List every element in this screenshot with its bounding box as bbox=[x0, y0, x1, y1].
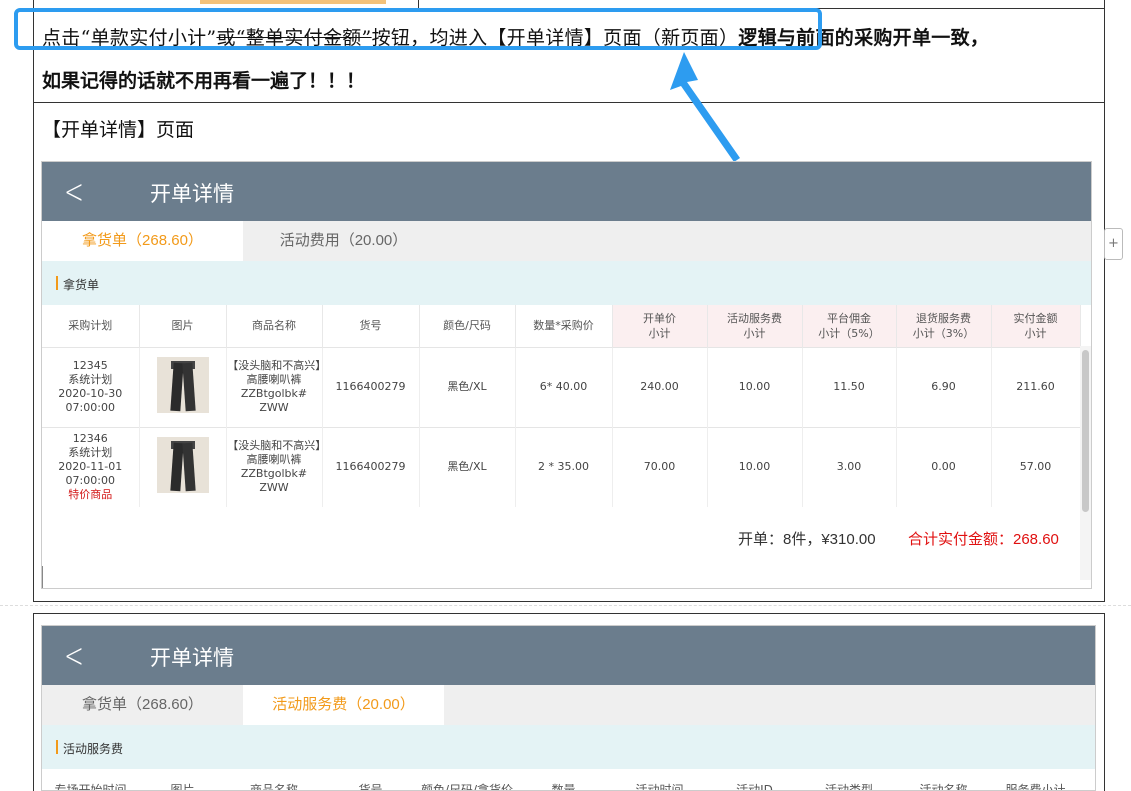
open-price-cell: 70.00 bbox=[612, 426, 708, 507]
plan-type: 系统计划 bbox=[68, 446, 113, 460]
return-fee-cell: 0.00 bbox=[896, 426, 992, 507]
summary-count: 开单：8件，¥310.00 bbox=[738, 531, 876, 548]
commission-cell: 11.50 bbox=[802, 346, 897, 427]
column-header: 图片 bbox=[139, 305, 227, 347]
add-row-button[interactable]: + bbox=[1104, 228, 1123, 260]
plan-cell: 12345 系统计划 2020-10-30 07:00:00 bbox=[42, 346, 140, 427]
column-header: 货号 bbox=[358, 783, 383, 791]
column-header: 活动类型 bbox=[824, 783, 873, 791]
plan-number: 12346 bbox=[72, 432, 108, 446]
sku-cell: 1166400279 bbox=[322, 346, 420, 427]
tab-goods[interactable]: 拿货单（268.60） bbox=[42, 685, 243, 725]
column-header: 专场开始时间 bbox=[54, 783, 127, 791]
section-header: 活动服务费 bbox=[42, 725, 1095, 769]
plan-type: 系统计划 bbox=[68, 373, 113, 386]
table-scrollbar[interactable] bbox=[1080, 346, 1091, 580]
column-header: 货号 bbox=[322, 305, 420, 347]
section-header: 拿货单 bbox=[42, 261, 1091, 305]
divider bbox=[42, 566, 43, 588]
reminder-row: 如果记得的话就不用再看一遍了！！！ bbox=[34, 58, 1104, 102]
plan-date: 2020-11-01 bbox=[58, 460, 123, 474]
column-header: 颜色/尺码/拿货价 bbox=[420, 783, 514, 791]
detail-screenshot-2: < 开单详情 拿货单（268.60） 活动服务费（20.00） 活动服务费 专场… bbox=[41, 625, 1096, 791]
paid-cell[interactable]: 57.00 bbox=[991, 426, 1081, 507]
qty-price-cell: 6* 40.00 bbox=[515, 346, 613, 427]
table-header: 采购计划 图片 商品名称 货号 颜色/尺码 数量*采购价 开单价 小计 活动服务… bbox=[42, 305, 1081, 347]
tab-activity-fee[interactable]: 活动服务费（20.00） bbox=[243, 685, 444, 725]
detail-screenshot-1: < 开单详情 拿货单（268.60） 活动费用（20.00） 拿货单 采购计划 … bbox=[41, 161, 1092, 589]
open-price-cell: 240.00 bbox=[612, 346, 708, 427]
image-cell bbox=[139, 346, 227, 427]
column-header: 活动时间 bbox=[635, 783, 684, 791]
section-accent-bar bbox=[56, 740, 58, 754]
column-header: 活动服务费 小计 bbox=[707, 305, 803, 347]
section-label: 【开单详情】页面 bbox=[42, 119, 195, 141]
goods-table: 采购计划 图片 商品名称 货号 颜色/尺码 数量*采购价 开单价 小计 活动服务… bbox=[42, 305, 1081, 507]
column-header: 活动名称 bbox=[919, 783, 968, 791]
column-header: 商品名称 bbox=[226, 305, 323, 347]
product-name: 【没头脑和不高兴】高腰喇叭裤ZZBtgolbk# ZWW bbox=[226, 346, 323, 427]
column-header: 活动ID bbox=[736, 783, 773, 791]
chevron-left-icon[interactable]: < bbox=[64, 172, 84, 212]
app-header: < 开单详情 bbox=[42, 162, 1091, 221]
product-name: 【没头脑和不高兴】高腰喇叭裤ZZBtgolbk# ZWW bbox=[226, 426, 323, 507]
section-accent-bar bbox=[56, 276, 58, 290]
tab-bar: 拿货单（268.60） 活动费用（20.00） bbox=[42, 221, 1091, 261]
callout-box bbox=[14, 8, 822, 50]
table-row[interactable]: 12345 系统计划 2020-10-30 07:00:00 【没头脑和不高兴】高腰喇… bbox=[42, 346, 1081, 427]
tab-activity-fee[interactable]: 活动费用（20.00） bbox=[243, 221, 444, 261]
commission-cell: 3.00 bbox=[802, 426, 897, 507]
activity-fee-cell: 10.00 bbox=[707, 426, 803, 507]
plan-number: 12345 bbox=[72, 359, 108, 372]
scrollbar-thumb[interactable] bbox=[1082, 350, 1089, 512]
page-title: 开单详情 bbox=[150, 182, 234, 206]
column-header: 采购计划 bbox=[42, 305, 140, 347]
plan-cell: 12346 系统计划 2020-11-01 07:00:00 特价商品 bbox=[42, 426, 140, 507]
activity-fee-cell: 10.00 bbox=[707, 346, 803, 427]
column-header: 数量 bbox=[551, 783, 576, 791]
column-header: 商品名称 bbox=[249, 783, 298, 791]
product-thumbnail[interactable] bbox=[156, 437, 209, 494]
qty-price-cell: 2 * 35.00 bbox=[515, 426, 613, 507]
plan-date: 2020-10-30 bbox=[58, 387, 123, 400]
column-header: 开单价 小计 bbox=[612, 305, 708, 347]
color-size-cell: 黑色/XL bbox=[419, 426, 516, 507]
sku-cell: 1166400279 bbox=[322, 426, 420, 507]
reminder-text: 如果记得的话就不用再看一遍了！！！ bbox=[42, 70, 366, 92]
color-size-cell: 黑色/XL bbox=[419, 346, 516, 427]
paid-cell[interactable]: 211.60 bbox=[991, 346, 1081, 427]
page-title: 开单详情 bbox=[150, 646, 234, 670]
page-separator bbox=[0, 605, 1131, 609]
return-fee-cell: 6.90 bbox=[896, 346, 992, 427]
image-cell bbox=[139, 426, 227, 507]
plan-time: 07:00:00 bbox=[65, 401, 115, 414]
chevron-left-icon[interactable]: < bbox=[64, 636, 84, 676]
special-tag: 特价商品 bbox=[68, 488, 113, 502]
summary-total[interactable]: 合计实付金额：268.60 bbox=[908, 528, 1059, 549]
tab-bar: 拿货单（268.60） 活动服务费（20.00） bbox=[42, 685, 1095, 725]
column-header: 图片 bbox=[170, 783, 195, 791]
section-title: 拿货单 bbox=[63, 278, 100, 292]
column-header: 实付金额 小计 bbox=[991, 305, 1081, 347]
table-row[interactable]: 12346 系统计划 2020-11-01 07:00:00 特价商品 【没头脑和不高兴… bbox=[42, 426, 1081, 507]
table-header: 专场开始时间 图片 商品名称 货号 颜色/尺码/拿货价 数量 活动时间 活动ID… bbox=[42, 769, 1095, 791]
section-title: 活动服务费 bbox=[63, 742, 124, 756]
column-header: 颜色/尺码 bbox=[419, 305, 516, 347]
column-header: 服务费小计 bbox=[1005, 783, 1066, 791]
column-header: 平台佣金 小计（5%） bbox=[802, 305, 897, 347]
product-thumbnail[interactable] bbox=[156, 357, 209, 413]
column-header: 退货服务费 小计（3%） bbox=[896, 305, 992, 347]
tab-goods[interactable]: 拿货单（268.60） bbox=[42, 221, 243, 261]
column-header: 数量*采购价 bbox=[515, 305, 613, 347]
callout-arrow-icon bbox=[670, 52, 740, 162]
app-header: < 开单详情 bbox=[42, 626, 1095, 685]
plan-time: 07:00:00 bbox=[65, 474, 115, 488]
